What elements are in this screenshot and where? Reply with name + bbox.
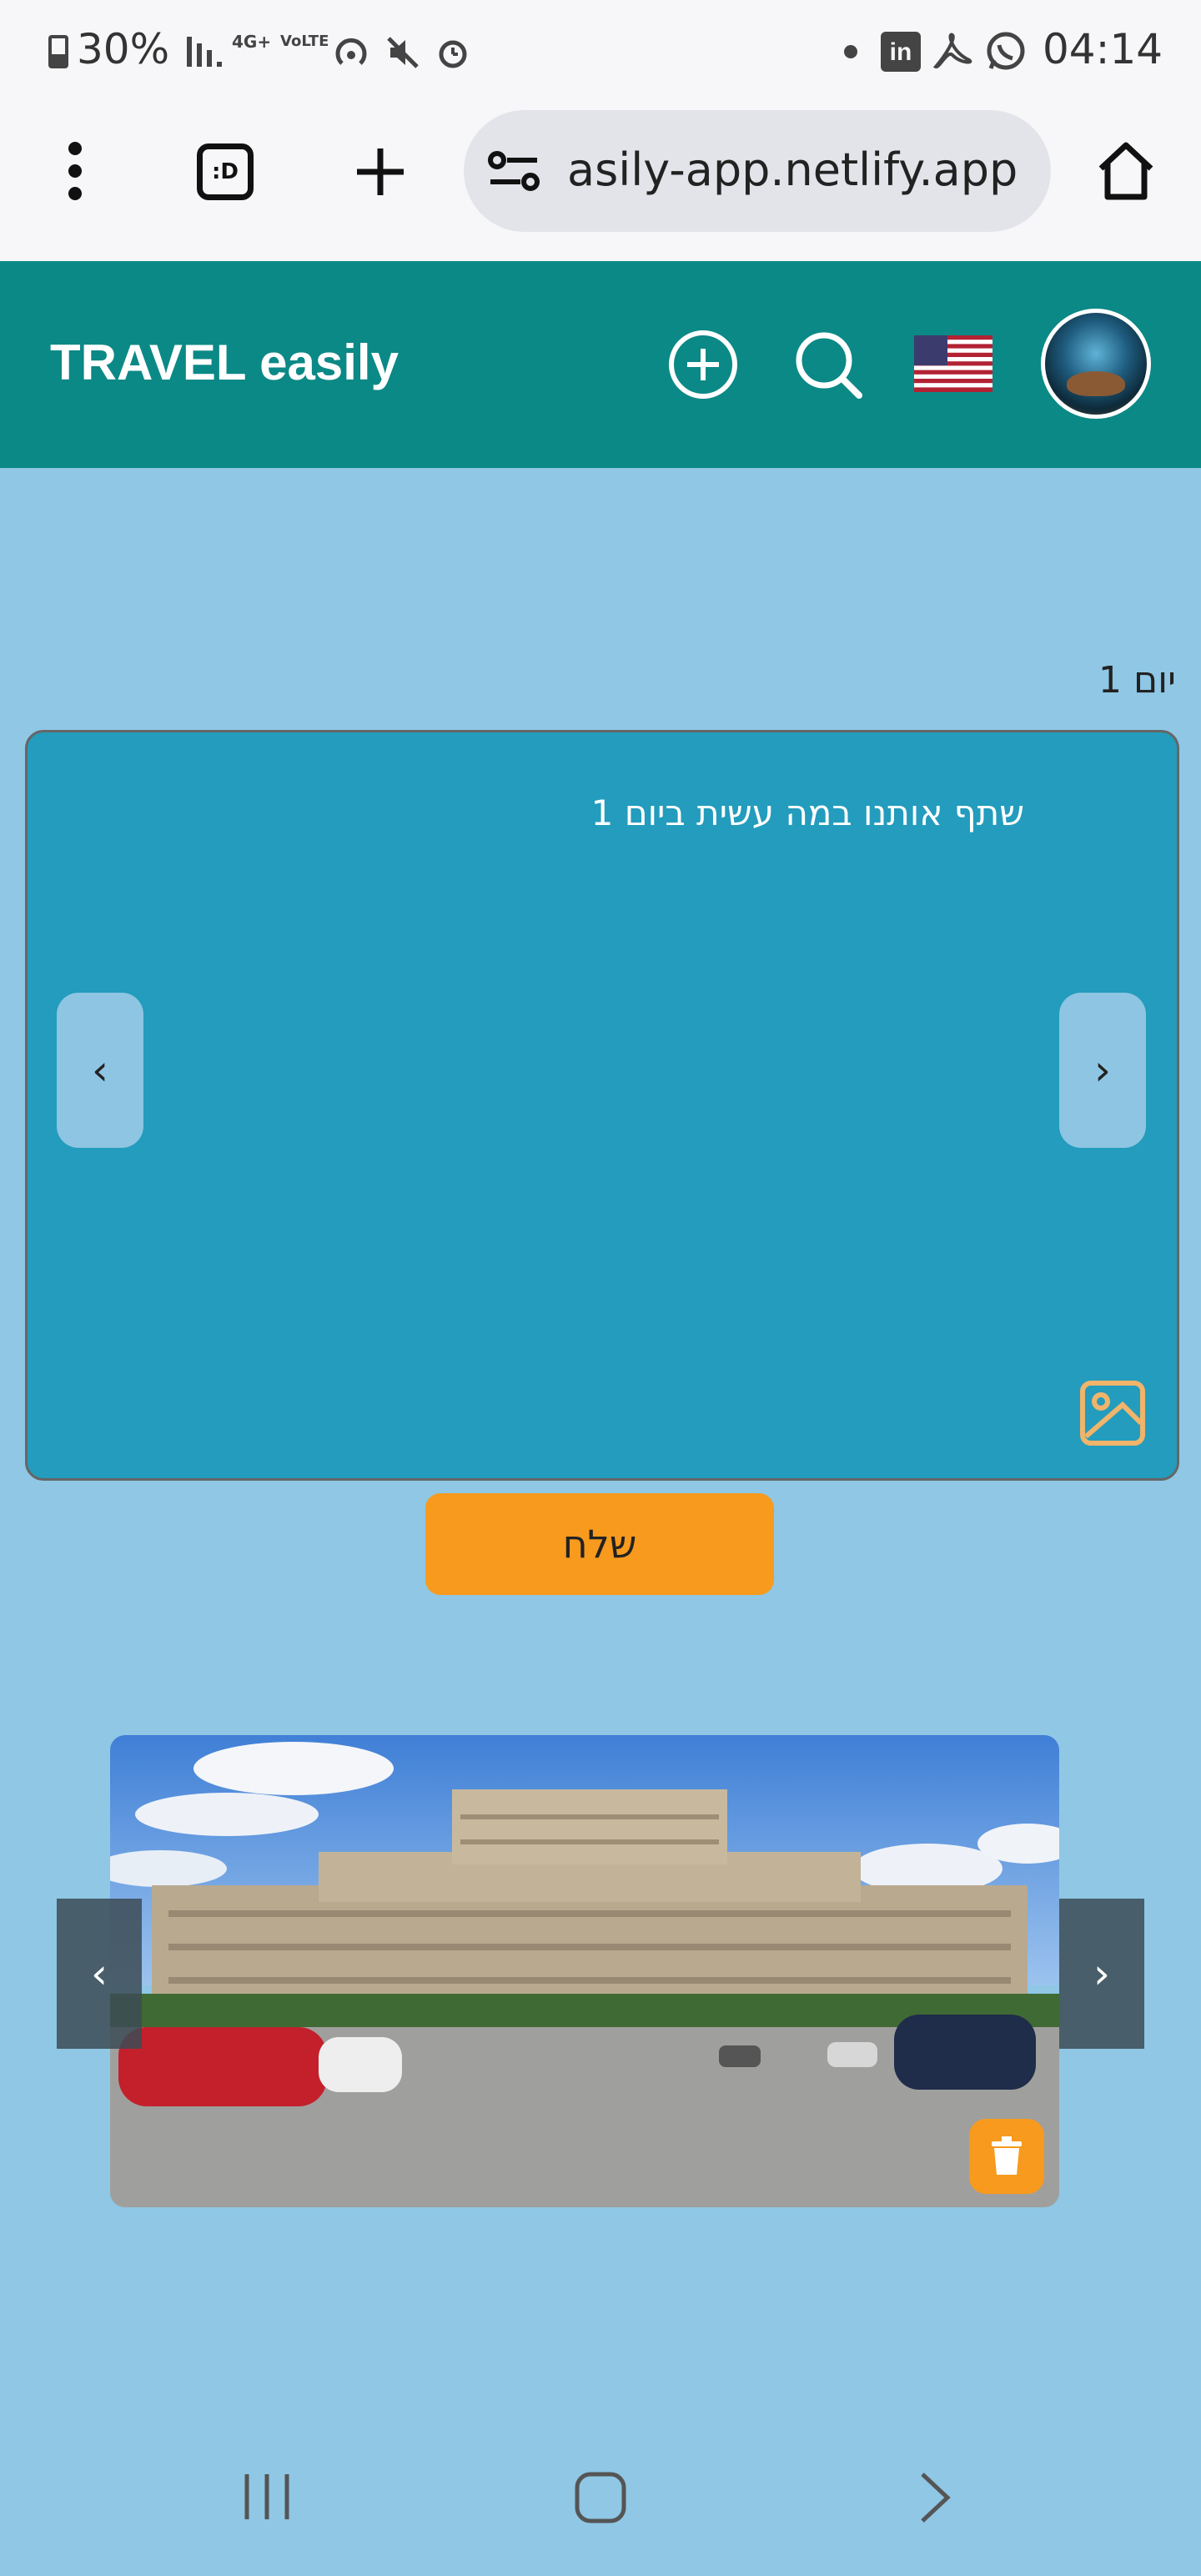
- new-tab-icon[interactable]: [354, 145, 407, 199]
- app-brand[interactable]: TRAVEL easily: [50, 334, 399, 391]
- home-nav-icon[interactable]: [574, 2471, 627, 2524]
- recent-apps-icon[interactable]: [242, 2471, 292, 2523]
- send-button[interactable]: שלח: [425, 1493, 774, 1595]
- search-icon[interactable]: [792, 329, 864, 400]
- whatsapp-icon: [987, 32, 1025, 70]
- network-type: 4G+: [232, 32, 272, 52]
- prev-button[interactable]: ‹: [57, 993, 143, 1148]
- clock: 04:14: [1043, 25, 1163, 73]
- mute-icon: [387, 37, 419, 68]
- hotspot-icon: [335, 38, 367, 65]
- url-text[interactable]: asily-app.netlify.app: [567, 143, 1034, 196]
- next-button[interactable]: ›: [1059, 993, 1146, 1148]
- dot-icon: [844, 45, 857, 58]
- photo-next-button[interactable]: ›: [1059, 1899, 1144, 2049]
- menu-dots-icon[interactable]: [65, 142, 85, 200]
- uploaded-photo: [110, 1735, 1059, 2207]
- volte-indicator: VoLTE: [280, 33, 329, 50]
- signal-icon: [187, 37, 222, 67]
- post-input-placeholder[interactable]: שתף אותנו במה עשית ביום 1: [591, 792, 1024, 833]
- photo-prev-button[interactable]: ‹: [57, 1899, 142, 2049]
- image-upload-icon[interactable]: [1079, 1380, 1146, 1446]
- add-icon[interactable]: [667, 329, 739, 400]
- tab-switcher-icon[interactable]: :D: [197, 143, 254, 200]
- alarm-icon: [439, 40, 467, 68]
- linkedin-icon: in: [881, 32, 921, 72]
- tab-count: :D: [212, 159, 239, 184]
- battery-icon: [48, 35, 68, 68]
- site-settings-icon[interactable]: [487, 148, 540, 194]
- acrobat-icon: [932, 33, 972, 68]
- trash-icon: [992, 2136, 1022, 2175]
- back-icon[interactable]: [917, 2471, 954, 2524]
- battery-percent: 30%: [77, 25, 170, 73]
- us-flag-icon[interactable]: [914, 335, 992, 392]
- home-icon[interactable]: [1094, 140, 1158, 202]
- day-label: יום 1: [1098, 659, 1176, 702]
- avatar[interactable]: [1041, 309, 1151, 419]
- post-card[interactable]: [25, 730, 1179, 1481]
- delete-photo-button[interactable]: [969, 2119, 1044, 2194]
